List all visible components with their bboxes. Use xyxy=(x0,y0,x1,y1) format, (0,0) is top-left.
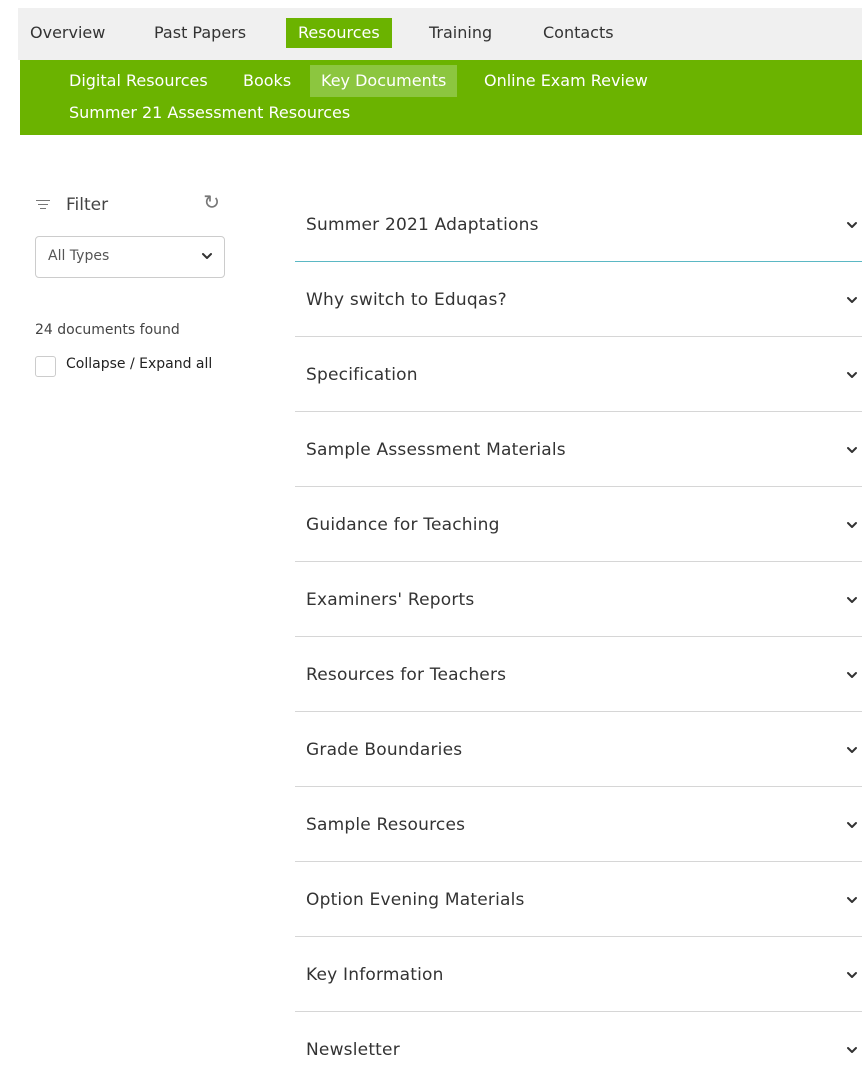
accordion-item[interactable]: Sample Assessment Materials xyxy=(295,412,862,487)
chevron-down-icon xyxy=(847,747,857,753)
chevron-down-icon xyxy=(202,253,212,259)
chevron-down-icon xyxy=(847,372,857,378)
accordion-item[interactable]: Summer 2021 Adaptations xyxy=(295,187,862,262)
nav-tab-training[interactable]: Training xyxy=(417,18,504,48)
accordion-item[interactable]: Resources for Teachers xyxy=(295,637,862,712)
subnav-key-documents[interactable]: Key Documents xyxy=(310,65,458,97)
accordion-title: Newsletter xyxy=(306,1040,400,1060)
chevron-down-icon xyxy=(847,447,857,453)
accordion-item[interactable]: Option Evening Materials xyxy=(295,862,862,937)
filter-header: Filter ↻ xyxy=(36,192,224,218)
accordion-title: Key Information xyxy=(306,965,444,985)
filter-icon xyxy=(36,199,50,211)
accordion-item[interactable]: Sample Resources xyxy=(295,787,862,862)
accordion-item[interactable]: Why switch to Eduqas? xyxy=(295,262,862,337)
chevron-down-icon xyxy=(847,972,857,978)
accordion-title: Grade Boundaries xyxy=(306,740,463,760)
nav-tab-contacts[interactable]: Contacts xyxy=(531,18,626,48)
subnav-digital-resources[interactable]: Digital Resources xyxy=(58,65,219,97)
collapse-expand-checkbox[interactable] xyxy=(35,356,56,377)
nav-tab-overview[interactable]: Overview xyxy=(18,18,117,48)
type-filter-select[interactable]: All Types xyxy=(35,236,225,278)
main-nav: Overview Past Papers Resources Training … xyxy=(18,8,862,60)
chevron-down-icon xyxy=(847,597,857,603)
refresh-icon[interactable]: ↻ xyxy=(203,192,220,212)
accordion-item[interactable]: Newsletter xyxy=(295,1012,862,1087)
accordion-title: Examiners' Reports xyxy=(306,590,475,610)
accordion-item[interactable]: Key Information xyxy=(295,937,862,1012)
documents-found-count: 24 documents found xyxy=(35,322,180,338)
accordion-title: Summer 2021 Adaptations xyxy=(306,215,539,235)
resources-subnav: Digital Resources Books Key Documents On… xyxy=(20,60,862,135)
accordion-title: Sample Assessment Materials xyxy=(306,440,566,460)
accordion-title: Why switch to Eduqas? xyxy=(306,290,507,310)
accordion-title: Option Evening Materials xyxy=(306,890,525,910)
accordion-item[interactable]: Specification xyxy=(295,337,862,412)
chevron-down-icon xyxy=(847,672,857,678)
accordion-title: Specification xyxy=(306,365,418,385)
nav-tab-resources[interactable]: Resources xyxy=(286,18,392,48)
chevron-down-icon xyxy=(847,897,857,903)
accordion-title: Resources for Teachers xyxy=(306,665,507,685)
type-filter-value: All Types xyxy=(48,248,110,264)
collapse-expand-label: Collapse / Expand all xyxy=(66,356,213,372)
chevron-down-icon xyxy=(847,522,857,528)
chevron-down-icon xyxy=(847,297,857,303)
accordion-title: Sample Resources xyxy=(306,815,466,835)
accordion-title: Guidance for Teaching xyxy=(306,515,500,535)
chevron-down-icon xyxy=(847,222,857,228)
nav-tab-past-papers[interactable]: Past Papers xyxy=(142,18,258,48)
subnav-books[interactable]: Books xyxy=(232,65,302,97)
subnav-online-exam-review[interactable]: Online Exam Review xyxy=(473,65,659,97)
accordion-item[interactable]: Guidance for Teaching xyxy=(295,487,862,562)
chevron-down-icon xyxy=(847,822,857,828)
accordion-item[interactable]: Examiners' Reports xyxy=(295,562,862,637)
documents-accordion: Summer 2021 Adaptations Why switch to Ed… xyxy=(295,187,862,1087)
filter-label: Filter xyxy=(66,195,109,215)
accordion-item[interactable]: Grade Boundaries xyxy=(295,712,862,787)
chevron-down-icon xyxy=(847,1047,857,1053)
subnav-summer-21-assessment-resources[interactable]: Summer 21 Assessment Resources xyxy=(58,97,361,129)
